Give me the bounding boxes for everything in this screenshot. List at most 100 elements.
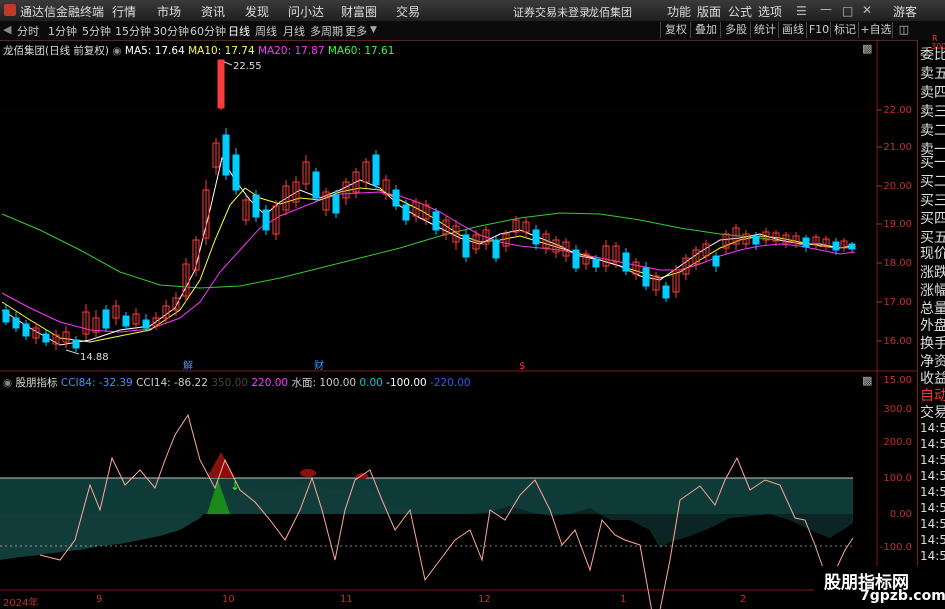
trade-time: 14:56	[920, 501, 945, 515]
guest-label[interactable]: 游客	[893, 3, 917, 20]
x-tick-year: 2024年	[3, 598, 39, 609]
trade-tab[interactable]: 交易	[920, 402, 945, 422]
watermark: 股朋指标网 7gpzb.com	[814, 566, 945, 609]
left-scroll-icon[interactable]: ◀	[3, 23, 11, 36]
price-tick: 17.00	[883, 297, 912, 308]
menu-function[interactable]: 功能	[667, 3, 691, 20]
menu-icon[interactable]: ☰	[796, 4, 807, 18]
kline-chart[interactable]: 22.00 21.00 20.00 19.00 18.00 17.00 16.0…	[0, 40, 917, 609]
period-5min[interactable]: 5分钟	[82, 23, 111, 39]
unlock-marker[interactable]: 解	[183, 359, 193, 372]
chart-title-row: 龙佰集团(日线 前复权) ◉ MA5: 17.64 MA10: 17.74 MA…	[3, 43, 394, 58]
zero-value: 0.00	[359, 377, 383, 389]
menu-wealth[interactable]: 财富圈	[341, 3, 377, 20]
close-icon[interactable]: ✕	[862, 3, 872, 17]
trade-time: 14:56	[920, 485, 945, 499]
maximize-icon[interactable]: □	[842, 4, 853, 18]
indicator-tick: 0.00	[890, 509, 912, 520]
quote-label-price: 现价	[920, 246, 945, 262]
adjust-button[interactable]: 复权	[660, 22, 691, 38]
menu-news[interactable]: 资讯	[201, 3, 225, 20]
indicator-settings-icon[interactable]: ▩	[862, 374, 872, 387]
menu-trade[interactable]: 交易	[396, 3, 420, 20]
indicator-title-row: ◉ 股朋指标 CCI84: -32.39 CCI14: -86.22 350.0…	[3, 375, 471, 390]
period-weekly[interactable]: 周线	[255, 23, 277, 39]
more-chevron-icon[interactable]: ▼	[370, 25, 377, 35]
period-intraday[interactable]: 分时	[17, 23, 39, 39]
high-marker: 22.55	[223, 61, 262, 72]
high-price-label: 22.55	[233, 61, 262, 72]
login-notice[interactable]: 证券交易未登录	[513, 4, 590, 20]
x-tick-month: 9	[96, 594, 103, 605]
quote-label-turnover: 换手	[920, 336, 945, 352]
low-marker: 14.88	[65, 349, 109, 363]
period-30min[interactable]: 30分钟	[153, 23, 189, 39]
quote-label-outer: 外盘	[920, 318, 945, 334]
menu-formula[interactable]: 公式	[728, 3, 752, 20]
ma60-line	[1, 212, 855, 289]
menu-quotes[interactable]: 行情	[112, 3, 136, 20]
minus100-value: -100.00	[386, 377, 427, 389]
menu-layout[interactable]: 版面	[697, 3, 721, 20]
trade-time: 14:56	[920, 453, 945, 467]
info-icon[interactable]: ◉	[112, 45, 121, 57]
trade-time: 14:56	[920, 517, 945, 531]
overlay-button[interactable]: 叠加	[690, 22, 721, 38]
period-daily[interactable]: 日线	[228, 23, 250, 39]
level220-value: 220.00	[251, 377, 289, 389]
quote-label-buy4: 买四	[920, 211, 945, 227]
multi-stock-button[interactable]: 多股	[720, 22, 751, 38]
ma5-line	[1, 156, 856, 346]
ma10-label: MA10: 17.74	[188, 45, 255, 57]
indicator-title[interactable]: 股朋指标	[16, 377, 58, 389]
price-tick: 22.00	[883, 105, 912, 116]
statistics-button[interactable]: 统计	[750, 22, 779, 38]
ma60-label: MA60: 17.61	[327, 45, 395, 57]
chart-settings-icon[interactable]: ▩	[862, 42, 872, 55]
quote-label-sell4: 卖四	[920, 85, 945, 101]
f10-button[interactable]: F10	[806, 22, 831, 38]
price-tick: 15.00	[883, 375, 912, 386]
water-level-value: 水面: 100.00	[291, 377, 357, 389]
x-tick-month: 10	[222, 594, 235, 605]
dividend-marker[interactable]: $	[519, 361, 525, 372]
period-monthly[interactable]: 月线	[283, 23, 305, 39]
menu-ask[interactable]: 问小达	[288, 3, 324, 20]
quote-label-change: 涨跌	[920, 265, 945, 281]
toggle-panel-icon[interactable]: ◫	[892, 22, 915, 38]
trade-time: 14:56	[920, 549, 945, 563]
add-watchlist-button[interactable]: +自选	[858, 22, 893, 38]
indicator-tick: 200.0	[883, 437, 912, 448]
minus220-value: -220.00	[430, 377, 471, 389]
stock-name: 龙佰集团	[588, 6, 632, 19]
finance-marker[interactable]: 财	[314, 359, 324, 372]
menu-discover[interactable]: 发现	[245, 3, 269, 20]
candles	[2, 59, 856, 352]
indicator-tick: 300.0	[883, 404, 912, 415]
ma20-label: MA20: 17.87	[257, 45, 325, 57]
period-more[interactable]: 更多	[345, 23, 367, 39]
draw-line-button[interactable]: 画线	[778, 22, 807, 38]
x-tick-month: 1	[620, 594, 627, 605]
app-title: 通达信金融终端	[20, 5, 105, 19]
x-tick-month: 11	[340, 594, 353, 605]
menu-market[interactable]: 市场	[157, 3, 181, 20]
period-15min[interactable]: 15分钟	[115, 23, 151, 39]
price-tick: 19.00	[883, 219, 912, 230]
period-multi[interactable]: 多周期	[310, 23, 343, 39]
quote-label-sell2: 卖二	[920, 123, 945, 139]
minimize-icon[interactable]: —	[820, 2, 832, 16]
cci14-value: CCI14: -86.22	[136, 377, 208, 389]
indicator-icon[interactable]: ◉	[3, 377, 12, 389]
x-axis: 2024年 9 10 11 12 1 2	[0, 592, 877, 609]
indicator-tick: 100.0	[883, 473, 912, 484]
x-tick-month: 12	[478, 594, 491, 605]
level350-value: 350.00	[211, 377, 249, 389]
period-60min[interactable]: 60分钟	[190, 23, 226, 39]
trade-time: 14:56	[920, 421, 945, 435]
mark-button[interactable]: 标记	[830, 22, 859, 38]
price-tick: 20.00	[883, 181, 912, 192]
menu-options[interactable]: 选项	[758, 3, 782, 20]
period-1min[interactable]: 1分钟	[48, 23, 77, 39]
low-price-label: 14.88	[80, 352, 109, 363]
